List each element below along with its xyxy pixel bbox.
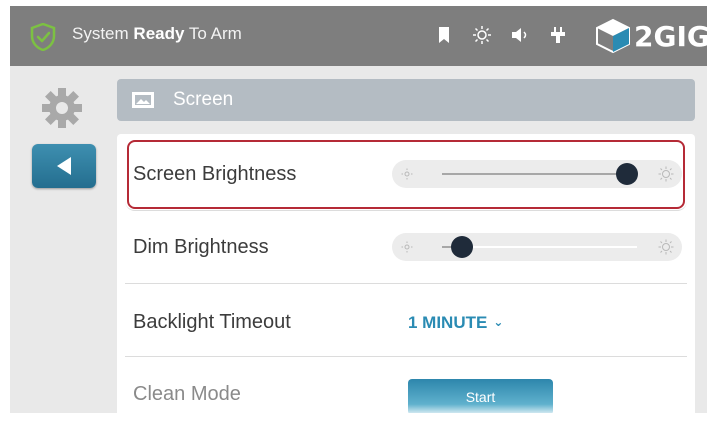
section-title: Screen: [173, 89, 234, 110]
shield-check-icon: [30, 23, 56, 51]
settings-panel: Screen Brightness Dim Brightness Backlig…: [117, 134, 695, 413]
dim-brightness-slider[interactable]: [392, 233, 682, 261]
sun-small-icon: [401, 168, 413, 180]
dim-brightness-label: Dim Brightness: [133, 236, 269, 258]
screen-brightness-row[interactable]: Screen Brightness: [125, 138, 687, 211]
slider-knob[interactable]: [450, 236, 473, 258]
logo-cube-icon: [596, 18, 630, 54]
dim-brightness-row[interactable]: Dim Brightness: [125, 211, 687, 284]
sun-large-icon: [658, 239, 674, 255]
screen-settings-icon: [132, 92, 154, 108]
screen-brightness-slider[interactable]: [392, 160, 682, 188]
backlight-timeout-row[interactable]: Backlight Timeout 1 MINUTE ⌄: [125, 284, 687, 357]
plug-icon[interactable]: [548, 25, 568, 45]
back-arrow-icon: [57, 157, 71, 175]
status-bar: System Ready To Arm 2GIG: [10, 6, 707, 66]
clean-mode-start-button[interactable]: Start: [408, 379, 553, 413]
screen-brightness-label: Screen Brightness: [133, 163, 297, 185]
volume-icon[interactable]: [510, 25, 530, 45]
slider-track-remaining: [472, 246, 637, 248]
clean-mode-row: Clean Mode Start: [125, 357, 687, 413]
system-status: System Ready To Arm: [72, 24, 242, 44]
brand-name: 2GIG: [634, 20, 707, 53]
gear-icon: [42, 88, 82, 128]
slider-knob[interactable]: [616, 163, 639, 185]
backlight-timeout-label: Backlight Timeout: [133, 311, 291, 333]
sun-large-icon: [658, 166, 674, 182]
status-prefix: System: [72, 24, 129, 43]
sun-small-icon: [401, 241, 413, 253]
backlight-timeout-value: 1 MINUTE: [408, 313, 488, 332]
bookmark-icon[interactable]: [434, 25, 454, 45]
chevron-down-icon: ⌄: [493, 315, 504, 329]
status-ready: Ready: [133, 24, 185, 43]
brightness-icon[interactable]: [472, 25, 492, 45]
slider-track: [442, 173, 637, 175]
backlight-timeout-dropdown[interactable]: 1 MINUTE ⌄: [408, 313, 503, 333]
status-suffix: To Arm: [188, 24, 242, 43]
clean-mode-label: Clean Mode: [133, 383, 241, 405]
brand-logo: 2GIG: [590, 16, 707, 56]
section-header: Screen: [117, 79, 695, 121]
back-button[interactable]: [32, 144, 96, 188]
app-frame: System Ready To Arm 2GIG Screen Screen B…: [10, 6, 707, 413]
